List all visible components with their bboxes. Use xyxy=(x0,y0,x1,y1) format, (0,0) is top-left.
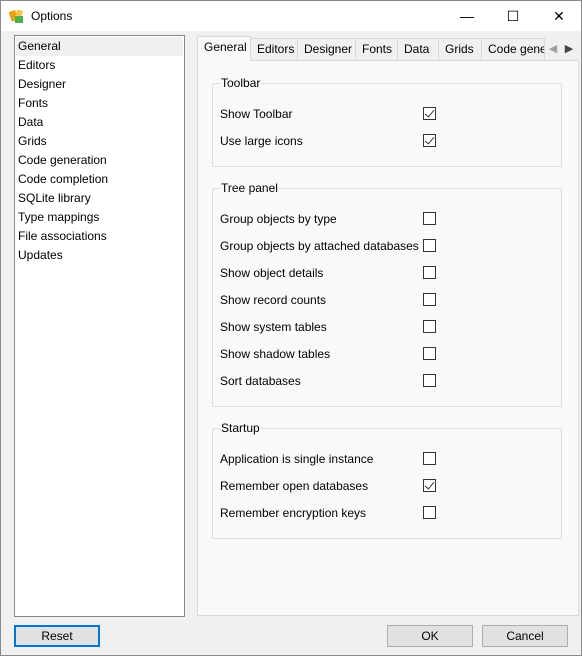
show-object-details-label: Show object details xyxy=(220,266,324,280)
category-item-designer[interactable]: Designer xyxy=(16,75,183,94)
category-item-updates[interactable]: Updates xyxy=(16,246,183,265)
category-list[interactable]: General Editors Designer Fonts Data Grid… xyxy=(14,35,185,617)
show-record-counts-checkbox[interactable] xyxy=(423,293,436,306)
show-object-details-checkbox[interactable] xyxy=(423,266,436,279)
toolbar-group-title: Toolbar xyxy=(220,75,262,91)
remember-open-databases-label: Remember open databases xyxy=(220,479,369,493)
show-system-tables-label: Show system tables xyxy=(220,320,327,334)
category-item-fonts[interactable]: Fonts xyxy=(16,94,183,113)
options-window: Options — ☐ ✕ General Editors Designer F… xyxy=(0,0,582,656)
show-system-tables-checkbox[interactable] xyxy=(423,320,436,333)
close-button[interactable]: ✕ xyxy=(536,1,582,31)
group-objects-by-attached-databases-checkbox[interactable] xyxy=(423,239,436,252)
sort-databases-label: Sort databases xyxy=(220,374,301,388)
app-icon xyxy=(9,9,23,23)
window-title: Options xyxy=(31,9,73,23)
category-item-editors[interactable]: Editors xyxy=(16,56,183,75)
startup-group-title: Startup xyxy=(220,420,261,436)
ok-button[interactable]: OK xyxy=(387,625,473,647)
title-bar[interactable]: Options — ☐ ✕ xyxy=(1,1,581,31)
show-toolbar-checkbox[interactable] xyxy=(423,107,436,120)
use-large-icons-label: Use large icons xyxy=(220,134,303,148)
tab-scroll-left-icon[interactable]: ◀ xyxy=(545,39,561,57)
category-item-file-associations[interactable]: File associations xyxy=(16,227,183,246)
maximize-button[interactable]: ☐ xyxy=(490,1,536,31)
tab-code-generation[interactable]: Code gene xyxy=(481,38,545,60)
tab-designer[interactable]: Designer xyxy=(297,38,356,60)
tab-general[interactable]: General xyxy=(197,36,251,61)
group-objects-by-type-label: Group objects by type xyxy=(220,212,337,226)
remember-open-databases-checkbox[interactable] xyxy=(423,479,436,492)
tab-editors[interactable]: Editors xyxy=(250,38,298,60)
show-shadow-tables-checkbox[interactable] xyxy=(423,347,436,360)
general-tab-panel: Toolbar Show Toolbar Use large icons Tre… xyxy=(197,60,579,616)
tab-grids[interactable]: Grids xyxy=(438,38,482,60)
startup-group: Startup Application is single instance R… xyxy=(212,420,562,539)
cancel-button[interactable]: Cancel xyxy=(482,625,568,647)
category-item-data[interactable]: Data xyxy=(16,113,183,132)
remember-encryption-keys-checkbox[interactable] xyxy=(423,506,436,519)
show-shadow-tables-label: Show shadow tables xyxy=(220,347,331,361)
remember-encryption-keys-label: Remember encryption keys xyxy=(220,506,367,520)
tab-data[interactable]: Data xyxy=(397,38,439,60)
toolbar-group: Toolbar Show Toolbar Use large icons xyxy=(212,75,562,167)
category-item-code-generation[interactable]: Code generation xyxy=(16,151,183,170)
use-large-icons-checkbox[interactable] xyxy=(423,134,436,147)
group-objects-by-type-checkbox[interactable] xyxy=(423,212,436,225)
show-record-counts-label: Show record counts xyxy=(220,293,327,307)
category-item-sqlite-library[interactable]: SQLite library xyxy=(16,189,183,208)
tree-panel-group-title: Tree panel xyxy=(220,180,279,196)
category-item-code-completion[interactable]: Code completion xyxy=(16,170,183,189)
sort-databases-checkbox[interactable] xyxy=(423,374,436,387)
show-toolbar-label: Show Toolbar xyxy=(220,107,293,121)
group-objects-by-attached-databases-label: Group objects by attached databases xyxy=(220,239,419,253)
category-item-general[interactable]: General xyxy=(16,37,183,56)
minimize-button[interactable]: — xyxy=(444,1,490,31)
tab-strip: General Editors Designer Fonts Data Grid… xyxy=(197,36,579,61)
tab-scroll-right-icon[interactable]: ▶ xyxy=(561,39,577,57)
tree-panel-group: Tree panel Group objects by type Group o… xyxy=(212,180,562,407)
tab-fonts[interactable]: Fonts xyxy=(355,38,398,60)
category-item-type-mappings[interactable]: Type mappings xyxy=(16,208,183,227)
single-instance-checkbox[interactable] xyxy=(423,452,436,465)
single-instance-label: Application is single instance xyxy=(220,452,374,466)
category-item-grids[interactable]: Grids xyxy=(16,132,183,151)
reset-button[interactable]: Reset xyxy=(14,625,100,647)
